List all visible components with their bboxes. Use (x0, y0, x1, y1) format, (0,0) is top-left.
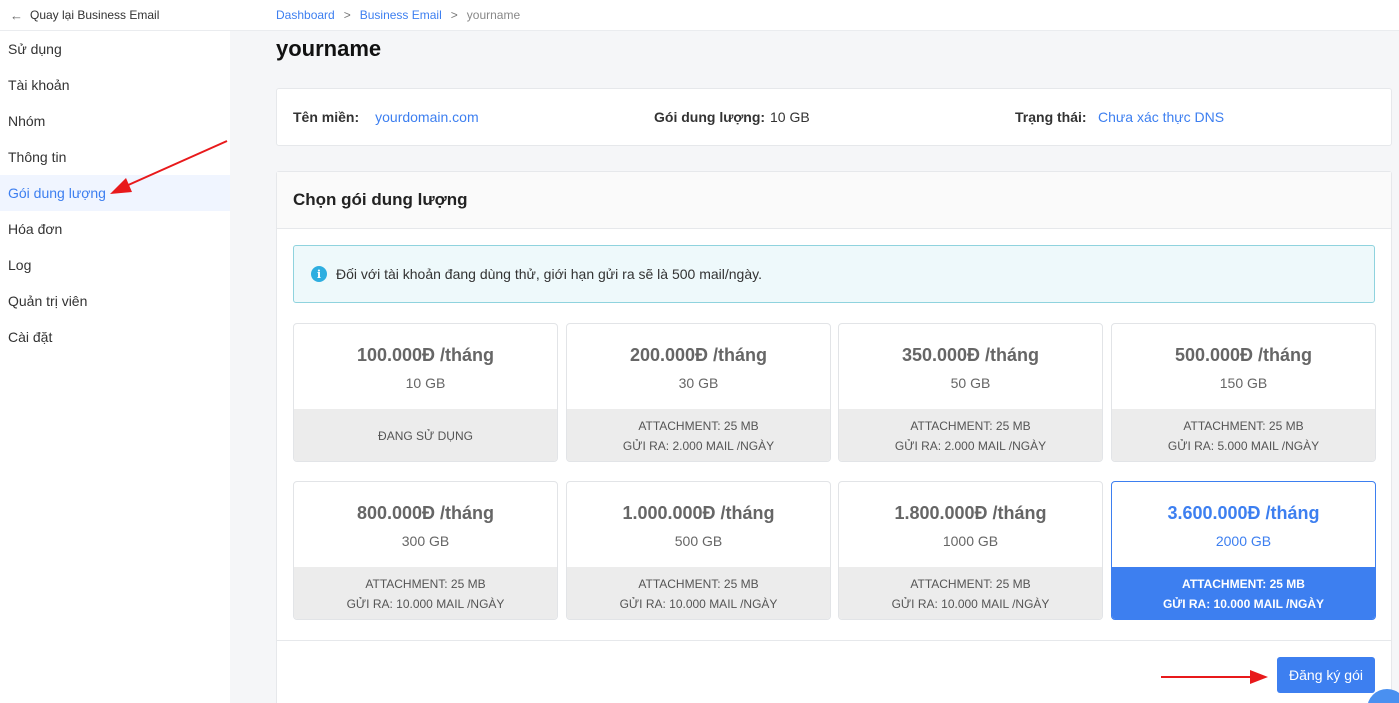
trial-notice-alert: i Đối với tài khoản đang dùng thử, giới … (293, 245, 1375, 303)
plan-price: 200.000Đ /tháng (629, 345, 768, 365)
back-to-business-email-link[interactable]: ← Quay lại Business Email (0, 0, 230, 31)
plan-price: 100.000Đ /tháng (356, 345, 495, 365)
plan-price: 500.000Đ /tháng (1174, 345, 1313, 365)
sidebar-item-invoices[interactable]: Hóa đơn (0, 211, 230, 247)
plan-card-1800k[interactable]: 1.800.000Đ /tháng 1000 GB ATTACHMENT: 25 … (838, 481, 1103, 620)
sidebar-item-label: Sử dụng (8, 41, 62, 57)
plan-card-200k[interactable]: 200.000Đ /tháng 30 GB ATTACHMENT: 25 MB GỬ… (566, 323, 831, 462)
plan-attachment: ATTACHMENT: 25 MB (1183, 419, 1304, 433)
breadcrumb-business-email[interactable]: Business Email (360, 8, 442, 22)
domain-label: Tên miền: (293, 109, 360, 125)
plan-card-100k[interactable]: 100.000Đ /tháng 10 GB ĐANG SỬ DỤNG (293, 323, 558, 462)
sidebar-item-label: Cài đặt (8, 329, 53, 345)
sidebar-item-info[interactable]: Thông tin (0, 139, 230, 175)
breadcrumb: Dashboard > Business Email > yourname (230, 0, 1399, 31)
sidebar-item-settings[interactable]: Cài đặt (0, 319, 230, 355)
plan-attachment: ATTACHMENT: 25 MB (365, 577, 486, 591)
card-divider (277, 640, 1391, 641)
plan-card-500k[interactable]: 500.000Đ /tháng 150 GB ATTACHMENT: 25 MB G… (1111, 323, 1376, 462)
plan-attachment: ATTACHMENT: 25 MB (1182, 577, 1305, 591)
status-value-link[interactable]: Chưa xác thực DNS (1098, 109, 1224, 125)
sidebar-item-log[interactable]: Log (0, 247, 230, 283)
breadcrumb-separator: > (343, 8, 351, 22)
plan-card-3600k-selected[interactable]: 3.600.000Đ /tháng 2000 GB ATTACHMENT: 25 … (1111, 481, 1376, 620)
plan-card-1000k[interactable]: 1.000.000Đ /tháng 500 GB ATTACHMENT: 25 M… (566, 481, 831, 620)
info-icon: i (311, 266, 327, 282)
plan-send-limit: GỬI RA: 2.000 MAIL /NGÀY (894, 439, 1047, 453)
sidebar: ← Quay lại Business Email Sử dụng Tài kh… (0, 0, 230, 703)
plan-size: 30 GB (678, 375, 719, 391)
sidebar-item-label: Quản trị viên (8, 293, 88, 309)
back-link-label: Quay lại Business Email (30, 8, 160, 22)
sidebar-item-groups[interactable]: Nhóm (0, 103, 230, 139)
sidebar-item-label: Hóa đơn (8, 221, 63, 237)
breadcrumb-current: yourname (466, 8, 521, 22)
package-selection-card: Chọn gói dung lượng i Đối với tài khoản … (276, 171, 1392, 703)
breadcrumb-dashboard[interactable]: Dashboard (276, 8, 335, 22)
plan-price: 1.800.000Đ /tháng (894, 503, 1047, 523)
plan-price: 800.000Đ /tháng (356, 503, 495, 523)
domain-value-link[interactable]: yourdomain.com (375, 109, 479, 125)
plan-price: 1.000.000Đ /tháng (622, 503, 775, 523)
plan-price: 3.600.000Đ /tháng (1167, 503, 1320, 523)
plan-status: ĐANG SỬ DỤNG (378, 429, 473, 443)
plan-attachment: ATTACHMENT: 25 MB (910, 419, 1031, 433)
sidebar-item-label: Nhóm (8, 113, 46, 129)
domain-info-card: Tên miền: yourdomain.com Gói dung lượng:… (276, 88, 1392, 146)
plan-size: 300 GB (401, 533, 450, 549)
plan-size: 150 GB (1219, 375, 1268, 391)
package-label: Gói dung lượng: (654, 109, 766, 125)
breadcrumb-separator: > (450, 8, 458, 22)
plan-size: 1000 GB (942, 533, 999, 549)
sidebar-item-label: Thông tin (8, 149, 67, 165)
sidebar-item-usage[interactable]: Sử dụng (0, 31, 230, 67)
page-title: yourname (276, 36, 382, 61)
plan-send-limit: GỬI RA: 2.000 MAIL /NGÀY (622, 439, 775, 453)
plan-attachment: ATTACHMENT: 25 MB (910, 577, 1031, 591)
package-section-title: Chọn gói dung lượng (277, 172, 1391, 229)
register-plan-button[interactable]: Đăng ký gói (1277, 657, 1375, 693)
sidebar-item-accounts[interactable]: Tài khoản (0, 67, 230, 103)
plan-send-limit: GỬI RA: 10.000 MAIL /NGÀY (619, 597, 778, 611)
sidebar-item-storage-plan[interactable]: Gói dung lượng (0, 175, 230, 211)
plan-card-350k[interactable]: 350.000Đ /tháng 50 GB ATTACHMENT: 25 MB GỬ… (838, 323, 1103, 462)
package-value: 10 GB (770, 109, 810, 125)
plan-send-limit: GỬI RA: 10.000 MAIL /NGÀY (346, 597, 505, 611)
plan-send-limit: GỬI RA: 10.000 MAIL /NGÀY (891, 597, 1050, 611)
sidebar-item-label: Gói dung lượng (8, 185, 106, 201)
plan-size: 10 GB (405, 375, 446, 391)
plan-send-limit: GỬI RA: 5.000 MAIL /NGÀY (1167, 439, 1320, 453)
status-label: Trạng thái: (1015, 109, 1087, 125)
plan-send-limit: GỬI RA: 10.000 MAIL /NGÀY (1162, 597, 1325, 611)
notice-text: Đối với tài khoản đang dùng thử, giới hạ… (336, 266, 762, 282)
plan-attachment: ATTACHMENT: 25 MB (638, 419, 759, 433)
plan-price: 350.000Đ /tháng (901, 345, 1040, 365)
plan-size: 2000 GB (1215, 533, 1272, 549)
plan-size: 50 GB (950, 375, 991, 391)
plan-size: 500 GB (674, 533, 723, 549)
sidebar-item-label: Log (8, 257, 32, 273)
plan-attachment: ATTACHMENT: 25 MB (638, 577, 759, 591)
sidebar-item-admins[interactable]: Quản trị viên (0, 283, 230, 319)
sidebar-item-label: Tài khoản (8, 77, 70, 93)
plan-card-800k[interactable]: 800.000Đ /tháng 300 GB ATTACHMENT: 25 MB G… (293, 481, 558, 620)
arrow-left-icon: ← (10, 7, 23, 23)
